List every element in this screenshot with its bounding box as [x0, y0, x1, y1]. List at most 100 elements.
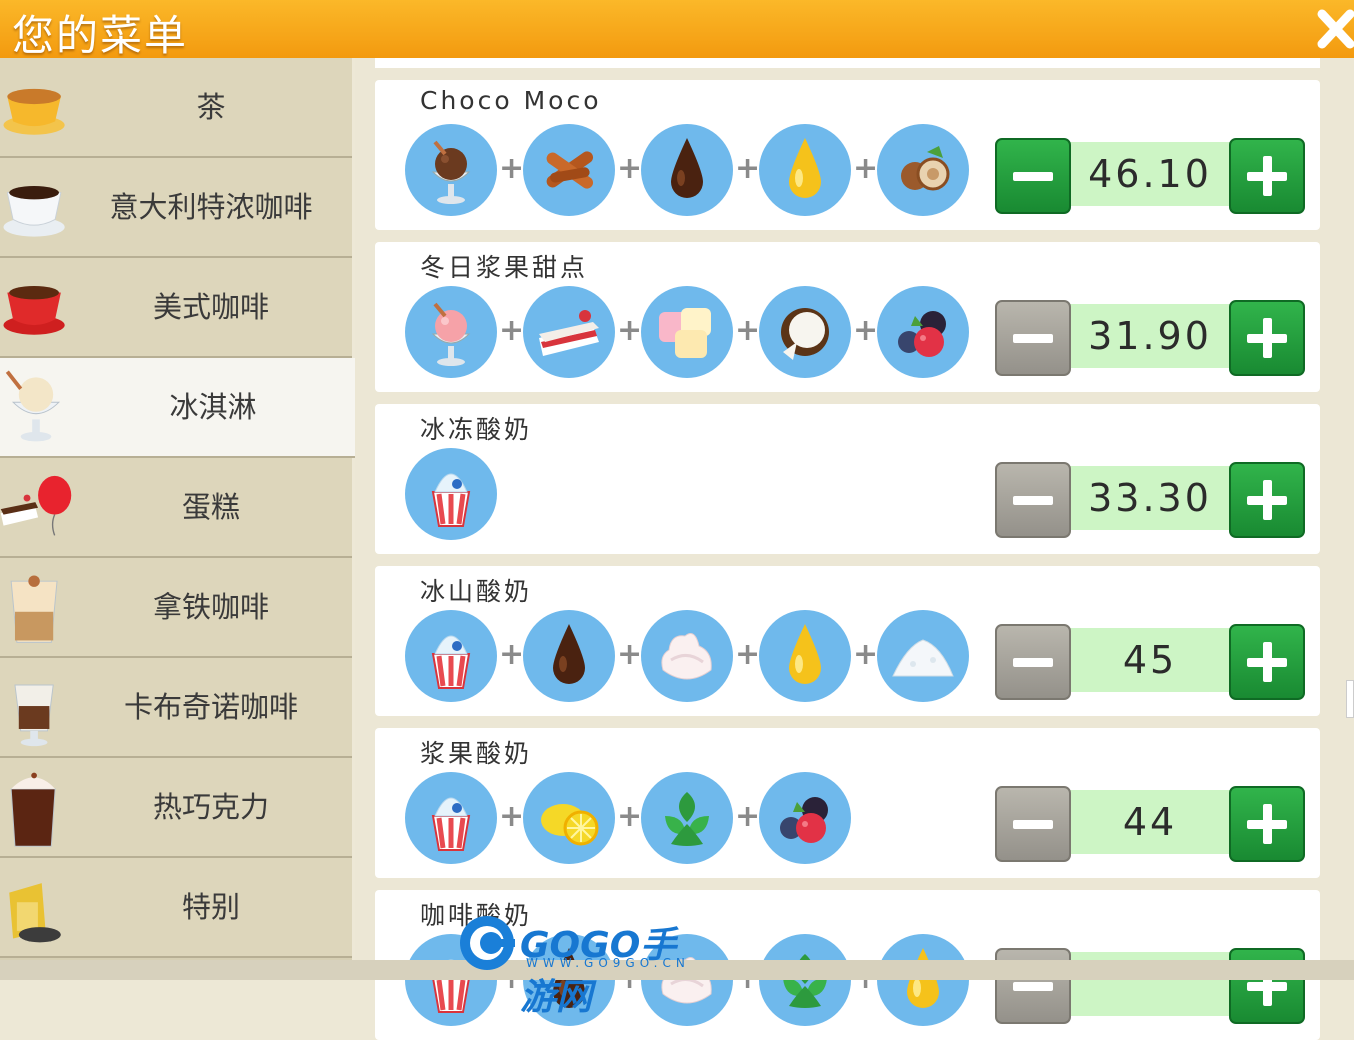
category-label: 拿铁咖啡 [152, 590, 269, 624]
recipe-card: 冬日浆果甜点 + + + +31.90 [375, 242, 1320, 392]
plus-icon: + [853, 151, 879, 186]
price-control: 45 [995, 624, 1305, 700]
plus-icon: + [499, 637, 525, 672]
category-item[interactable]: 卡布奇诺咖啡 [0, 658, 352, 758]
plus-icon: + [853, 313, 879, 348]
category-item[interactable]: 茶 [0, 58, 352, 158]
ingredient-slot[interactable] [759, 934, 851, 1026]
ingredient-slot[interactable] [405, 772, 497, 864]
category-item[interactable]: 特别 [0, 858, 352, 958]
honey-drop-icon [789, 624, 821, 684]
ingredient-slot[interactable] [877, 286, 969, 378]
special-icon [9, 883, 61, 943]
decrease-price-button[interactable] [995, 786, 1071, 862]
increase-price-button[interactable] [1229, 462, 1305, 538]
decrease-price-button[interactable] [995, 300, 1071, 376]
category-item[interactable]: 冰淇淋 [0, 358, 356, 458]
previous-card-edge [375, 58, 1320, 68]
minus-icon [1013, 496, 1053, 505]
category-label: 特别 [181, 890, 240, 924]
close-button[interactable] [1314, 4, 1354, 54]
chocolate-ice-cream-icon [431, 140, 471, 204]
ingredient-slot[interactable] [405, 286, 497, 378]
price-control: 44 [995, 786, 1305, 862]
category-item[interactable]: 热巧克力 [0, 758, 352, 858]
decrease-price-button[interactable] [995, 138, 1071, 214]
decrease-price-button[interactable] [995, 624, 1071, 700]
increase-price-button[interactable] [1229, 786, 1305, 862]
mint-icon [783, 954, 827, 1008]
increase-price-button[interactable] [1229, 138, 1305, 214]
category-item[interactable]: 拿铁咖啡 [0, 558, 352, 658]
category-label: 茶 [196, 90, 226, 124]
decrease-price-button[interactable] [995, 462, 1071, 538]
ingredient-slot[interactable] [877, 934, 969, 1026]
scrollbar[interactable] [1346, 680, 1354, 718]
cappuccino-glass-icon [14, 684, 54, 747]
ingredient-slot[interactable] [641, 610, 733, 702]
increase-price-button[interactable] [1229, 624, 1305, 700]
category-item[interactable]: 美式咖啡 [0, 258, 352, 358]
minus-icon [1013, 334, 1053, 343]
ingredient-slot[interactable] [759, 772, 851, 864]
ingredient-slot[interactable] [877, 610, 969, 702]
category-label: 意大利特浓咖啡 [109, 190, 313, 224]
recipe-name: 冬日浆果甜点 [420, 253, 589, 282]
whipped-cream-icon [661, 633, 712, 680]
category-item[interactable]: 意大利特浓咖啡 [0, 158, 352, 258]
ingredient-slot[interactable] [523, 124, 615, 216]
cake-slice-icon [539, 310, 599, 356]
tea-cup-icon [3, 88, 65, 135]
ingredient-slot[interactable] [877, 124, 969, 216]
price-value: 46.10 [1088, 152, 1212, 196]
ingredient-slot[interactable] [759, 610, 851, 702]
minus-icon [1013, 820, 1053, 829]
frozen-yogurt-icon [431, 473, 471, 527]
page-title: 您的菜单 [12, 11, 189, 60]
ingredient-slot[interactable] [641, 286, 733, 378]
strawberry-ice-cream-icon [431, 302, 471, 366]
honey-drop-icon [907, 948, 939, 1008]
ingredient-slot[interactable] [405, 448, 497, 540]
ingredient-slot[interactable] [759, 124, 851, 216]
ingredient-slot[interactable] [759, 286, 851, 378]
latte-glass-icon [10, 575, 58, 643]
plus-icon: + [617, 313, 643, 348]
minus-icon [1013, 172, 1053, 181]
price-control [995, 948, 1305, 1024]
plus-icon: + [617, 637, 643, 672]
plus-icon: + [735, 151, 761, 186]
cake-balloon-icon [0, 475, 72, 536]
ingredient-slot[interactable] [523, 772, 615, 864]
ingredient-slot[interactable] [523, 286, 615, 378]
minus-icon [1013, 982, 1053, 991]
plus-icon: + [735, 799, 761, 834]
watermark-url: WWW.GO9GO.CN [526, 956, 690, 970]
hot-chocolate-icon [10, 772, 56, 847]
plus-icon: + [617, 151, 643, 186]
menu-header: 您的菜单 [0, 0, 1354, 60]
category-sidebar: 茶意大利特浓咖啡美式咖啡冰淇淋蛋糕拿铁咖啡卡布奇诺咖啡热巧克力特别 [0, 58, 356, 980]
berries-icon [780, 797, 828, 843]
cinnamon-icon [546, 151, 594, 189]
ingredient-slot[interactable] [523, 610, 615, 702]
frozen-yogurt-icon [431, 797, 471, 851]
price-control: 31.90 [995, 300, 1305, 376]
ingredient-slot[interactable] [641, 772, 733, 864]
price-value: 33.30 [1088, 476, 1212, 520]
ingredient-slot[interactable] [405, 124, 497, 216]
increase-price-button[interactable] [1229, 300, 1305, 376]
ice-cream-icon [5, 370, 61, 442]
plus-icon: + [499, 151, 525, 186]
price-control: 46.10 [995, 138, 1305, 214]
price-control: 33.30 [995, 462, 1305, 538]
recipe-card: 冰山酸奶 + + + +45 [375, 566, 1320, 716]
category-label: 冰淇淋 [169, 390, 257, 424]
ingredient-slot[interactable] [405, 610, 497, 702]
minus-icon [1013, 658, 1053, 667]
ingredient-slot[interactable] [641, 124, 733, 216]
recipe-name: Choco Moco [420, 86, 602, 115]
category-item[interactable]: 蛋糕 [0, 458, 352, 558]
hazelnut-icon [901, 146, 950, 191]
category-label: 卡布奇诺咖啡 [123, 690, 298, 724]
